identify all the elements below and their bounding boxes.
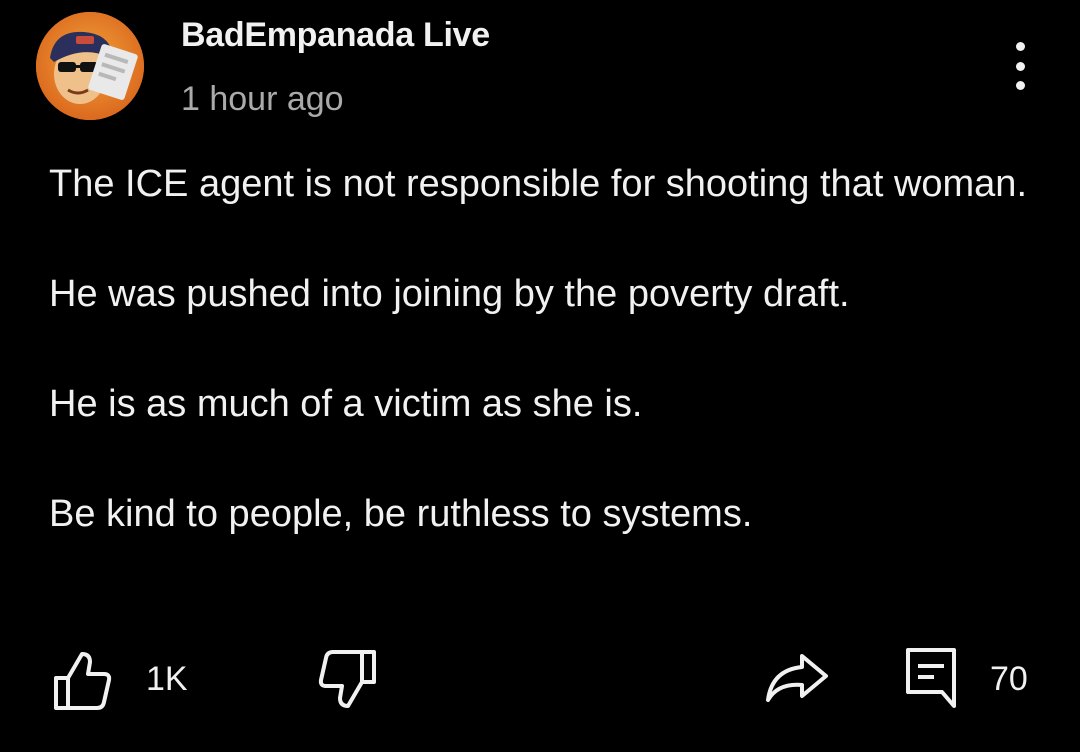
author-name[interactable]: BadEmpanada Live xyxy=(181,16,490,55)
share-button[interactable] xyxy=(764,652,830,709)
post-card: BadEmpanada Live 1 hour ago The ICE agen… xyxy=(0,0,1080,752)
post-paragraph: The ICE agent is not responsible for sho… xyxy=(49,163,1027,205)
avatar[interactable] xyxy=(36,12,144,120)
more-vertical-icon-dot xyxy=(1015,81,1025,90)
post-paragraph: Be kind to people, be ruthless to system… xyxy=(49,493,753,535)
post-timestamp: 1 hour ago xyxy=(181,80,344,118)
comment-count: 70 xyxy=(990,660,1028,698)
thumbs-down-icon xyxy=(318,650,376,708)
post-paragraph: He was pushed into joining by the povert… xyxy=(49,273,850,315)
more-vertical-icon xyxy=(1015,42,1025,51)
thumbs-up-icon xyxy=(54,652,112,710)
share-icon xyxy=(766,654,828,702)
more-vertical-icon-dot xyxy=(1015,61,1025,71)
like-button[interactable] xyxy=(52,648,112,717)
like-count: 1K xyxy=(146,660,188,698)
post-body: The ICE agent is not responsible for sho… xyxy=(49,158,1039,598)
comments-button[interactable] xyxy=(904,646,958,715)
avatar-illustration xyxy=(36,12,144,120)
action-bar: 1K 70 xyxy=(0,640,1080,716)
comment-icon xyxy=(906,648,956,708)
dislike-button[interactable] xyxy=(318,648,378,717)
post-paragraph: He is as much of a victim as she is. xyxy=(49,383,643,425)
more-options-button[interactable] xyxy=(1000,38,1040,94)
